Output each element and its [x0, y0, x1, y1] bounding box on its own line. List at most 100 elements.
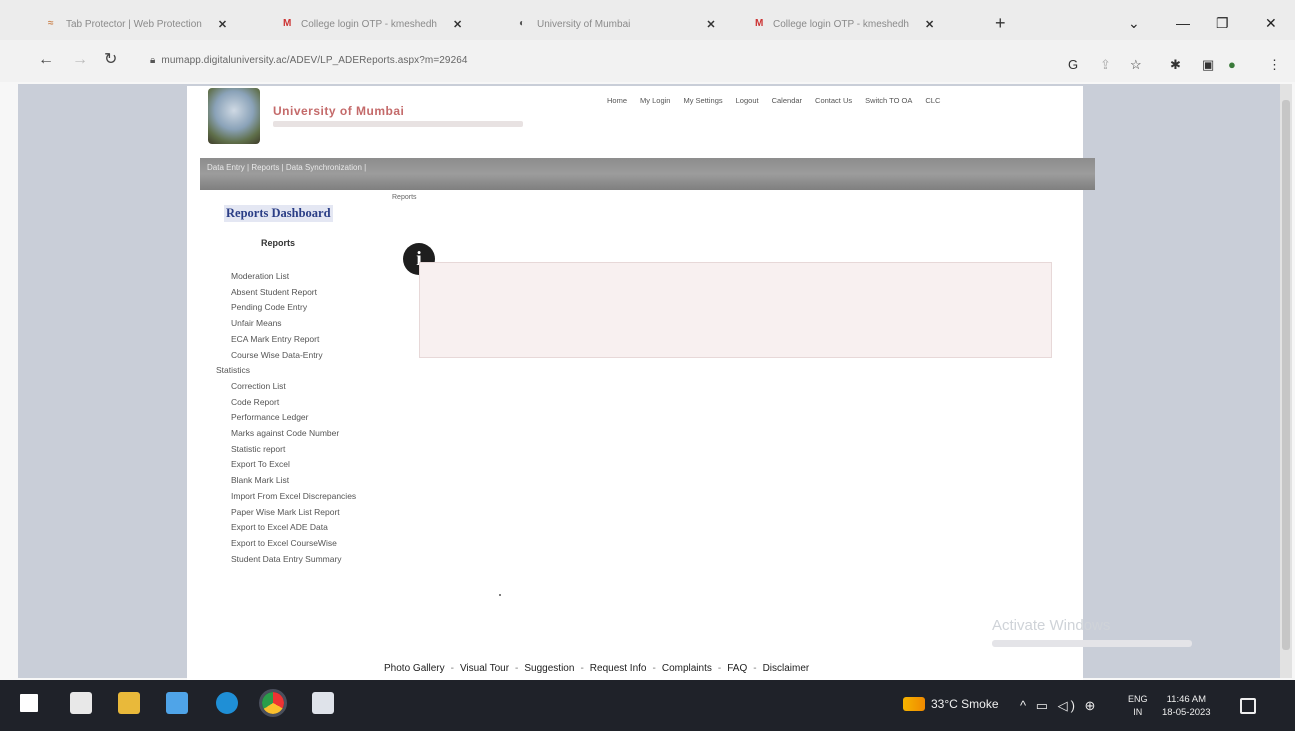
clock-time: 11:46 AM — [1166, 694, 1207, 705]
screen: ≈ Tab Protector | Web Protection ✕ M Col… — [0, 0, 1295, 731]
new-tab-button[interactable]: + — [995, 14, 1006, 32]
browser-tab-4[interactable]: M College login OTP - kmeshedh ✕ — [755, 12, 934, 36]
share-icon[interactable]: ⇪ — [1100, 58, 1111, 71]
minimize-icon[interactable]: — — [1176, 16, 1190, 30]
menu-link[interactable]: Export to Excel CourseWise — [213, 536, 373, 552]
menu-link[interactable]: Import From Excel Discrepancies — [213, 489, 373, 505]
edge-browser-icon[interactable] — [216, 692, 238, 714]
system-tray-icons[interactable]: ^ ▭ ◁) ⊕ — [1020, 698, 1098, 714]
main-menu-links[interactable]: Data Entry | Reports | Data Synchronizat… — [207, 163, 366, 172]
footer-link-disclaimer[interactable]: Disclaimer — [763, 663, 810, 674]
footer-link-faq[interactable]: FAQ — [727, 663, 747, 674]
top-navigation: Home My Login My Settings Logout Calenda… — [607, 96, 940, 105]
site-subtitle — [273, 121, 523, 127]
footer-link-complaints[interactable]: Complaints — [662, 663, 712, 674]
nav-link-logout[interactable]: Logout — [736, 96, 759, 105]
activate-windows-subtext — [992, 640, 1192, 647]
side-panel-icon[interactable]: ▣ — [1202, 58, 1214, 71]
activate-windows-watermark: Activate Windows — [992, 617, 1111, 634]
menu-link[interactable]: Statistic report — [213, 442, 373, 458]
back-arrow-icon[interactable]: ← — [38, 52, 54, 68]
profile-avatar-icon[interactable]: ● — [1228, 58, 1236, 71]
weather-text: 33°C Smoke — [931, 697, 999, 711]
menu-link[interactable]: Export To Excel — [213, 457, 373, 473]
restore-icon[interactable]: ❐ — [1216, 16, 1229, 30]
menu-link[interactable]: Student Data Entry Summary — [213, 552, 373, 568]
gmail-icon: M — [283, 18, 292, 29]
menu-link[interactable]: Export to Excel ADE Data — [213, 520, 373, 536]
tab-label: College login OTP - kmeshedh — [301, 18, 437, 30]
extensions-puzzle-icon[interactable]: ✱ — [1170, 58, 1181, 71]
nav-link-switch-to-oa[interactable]: Switch TO OA — [865, 96, 912, 105]
menu-link[interactable]: Code Report — [213, 395, 373, 411]
tab-favicon-icon: ≈ — [48, 18, 54, 29]
footer-link-visual-tour[interactable]: Visual Tour — [460, 663, 509, 674]
menu-link[interactable]: Unfair Means — [213, 316, 373, 332]
footer-link-photo-gallery[interactable]: Photo Gallery — [384, 663, 445, 674]
notification-center-icon[interactable] — [1240, 698, 1256, 714]
nav-link-my-settings[interactable]: My Settings — [683, 96, 722, 105]
tab-close-icon[interactable]: ✕ — [453, 18, 462, 31]
menu-link[interactable]: Marks against Code Number — [213, 426, 373, 442]
windows-taskbar — [0, 680, 1295, 731]
forward-arrow-icon[interactable]: → — [72, 52, 88, 68]
url-text: mumapp.digitaluniversity.ac/ADEV/LP_ADER… — [161, 55, 468, 66]
menu-link[interactable]: Moderation List — [213, 269, 373, 285]
taskbar-clock[interactable]: 11:46 AM 18-05-2023 — [1162, 693, 1211, 719]
reports-dashboard-title: Reports Dashboard — [224, 205, 333, 222]
tab-label: Tab Protector | Web Protection — [66, 18, 202, 30]
stray-dot — [499, 594, 501, 596]
tab-search-chevron-icon[interactable]: ⌄ — [1128, 16, 1140, 30]
menu-link[interactable]: Performance Ledger — [213, 410, 373, 426]
weather-widget[interactable]: 33°C Smoke — [903, 697, 999, 711]
snipping-tool-icon[interactable] — [312, 692, 334, 714]
breadcrumb: Reports — [392, 194, 417, 201]
nav-link-home[interactable]: Home — [607, 96, 627, 105]
loading-icon: ◐ — [519, 18, 526, 29]
menu-link[interactable]: Correction List — [213, 379, 373, 395]
browser-tab-1[interactable]: ≈ Tab Protector | Web Protection ✕ — [48, 12, 227, 36]
menu-link[interactable]: Blank Mark List — [213, 473, 373, 489]
lock-icon: 🔒︎ — [150, 55, 156, 66]
language-indicator[interactable]: ENG IN — [1128, 693, 1148, 719]
app-icon[interactable] — [166, 692, 188, 714]
menu-link[interactable]: Pending Code Entry — [213, 300, 373, 316]
tab-close-icon[interactable]: ✕ — [218, 18, 227, 31]
footer-link-suggestion[interactable]: Suggestion — [524, 663, 574, 674]
bookmark-star-icon[interactable]: ☆ — [1130, 58, 1142, 71]
url-field[interactable]: 🔒︎ mumapp.digitaluniversity.ac/ADEV/LP_AD… — [150, 55, 468, 66]
reload-icon[interactable]: ↻ — [104, 52, 117, 68]
chrome-browser-icon[interactable] — [259, 689, 287, 717]
menu-section-label: Statistics — [216, 365, 251, 376]
tab-close-icon[interactable]: ✕ — [706, 18, 715, 31]
scrollbar-thumb[interactable] — [1282, 100, 1290, 650]
tab-label: College login OTP - kmeshedh — [773, 18, 909, 30]
message-panel — [419, 262, 1052, 358]
reports-heading: Reports — [261, 238, 296, 248]
google-translate-icon[interactable]: G — [1068, 58, 1078, 71]
university-logo — [208, 88, 260, 144]
browser-tab-3-active[interactable]: ◐ University of Mumbai ✕ — [519, 12, 716, 36]
menu-link[interactable]: Course Wise Data-Entry — [213, 348, 373, 364]
menu-link[interactable]: Paper Wise Mark List Report — [213, 505, 373, 521]
language-bottom: IN — [1133, 707, 1143, 717]
nav-link-my-login[interactable]: My Login — [640, 96, 670, 105]
browser-tab-2[interactable]: M College login OTP - kmeshedh ✕ — [283, 12, 462, 36]
nav-link-calendar[interactable]: Calendar — [772, 96, 802, 105]
clock-date: 18-05-2023 — [1162, 707, 1211, 718]
browser-tab-strip: ≈ Tab Protector | Web Protection ✕ M Col… — [0, 0, 1295, 40]
close-window-icon[interactable]: ✕ — [1265, 16, 1277, 30]
tab-label: University of Mumbai — [537, 18, 631, 30]
task-view-icon[interactable] — [70, 692, 92, 714]
windows-start-icon[interactable] — [20, 694, 38, 712]
nav-link-contact-us[interactable]: Contact Us — [815, 96, 852, 105]
menu-link[interactable]: ECA Mark Entry Report — [213, 332, 373, 348]
browser-menu-icon[interactable]: ⋮ — [1268, 58, 1281, 71]
weather-sun-icon — [903, 697, 925, 711]
nav-link-clc[interactable]: CLC — [925, 96, 940, 105]
file-explorer-icon[interactable] — [118, 692, 140, 714]
tab-close-icon[interactable]: ✕ — [925, 18, 934, 31]
footer-link-request-info[interactable]: Request Info — [590, 663, 647, 674]
footer-links: Photo Gallery - Visual Tour - Suggestion - Req… — [384, 663, 810, 674]
menu-link[interactable]: Absent Student Report — [213, 285, 373, 301]
